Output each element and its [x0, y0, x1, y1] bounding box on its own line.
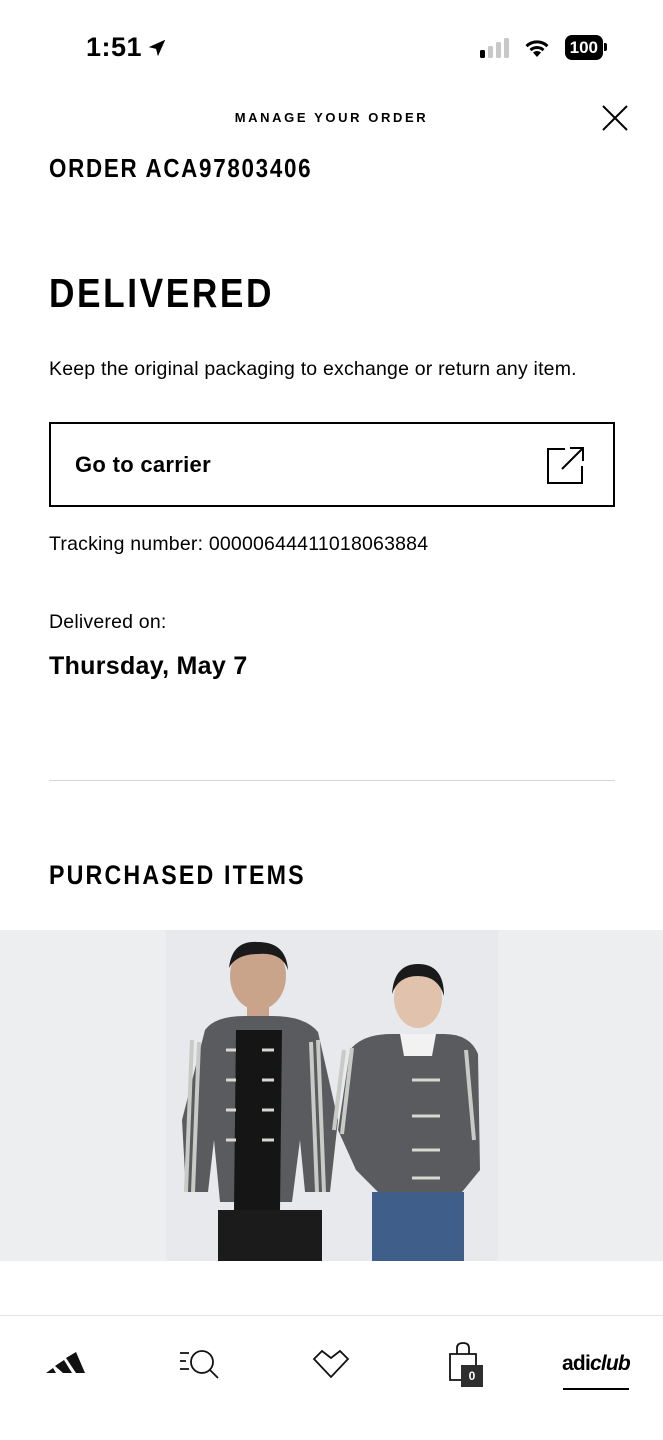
- go-to-carrier-button[interactable]: Go to carrier: [49, 422, 615, 507]
- status-bar: 1:51 100: [0, 0, 663, 90]
- adiclub-prefix: adi: [562, 1352, 591, 1375]
- nav-search[interactable]: [170, 1334, 230, 1394]
- cellular-signal-icon: [479, 37, 509, 58]
- delivered-on-date: Thursday, May 7: [49, 652, 248, 680]
- clock: 1:51: [86, 32, 143, 62]
- external-link-icon: [547, 446, 584, 484]
- location-arrow-icon: [148, 39, 166, 56]
- delivery-status-heading: DELIVERED: [49, 270, 275, 316]
- delivered-on-label: Delivered on:: [49, 611, 167, 633]
- nav-bag[interactable]: 0: [440, 1334, 496, 1394]
- close-button[interactable]: [597, 100, 633, 136]
- nav-adiclub[interactable]: adi club: [556, 1334, 636, 1394]
- packaging-note: Keep the original packaging to exchange …: [49, 358, 577, 380]
- product-image[interactable]: [0, 930, 663, 1261]
- search-icon: [180, 1350, 219, 1379]
- wifi-icon: [525, 39, 549, 57]
- tracking-number: Tracking number: 00000644411018063884: [49, 533, 429, 555]
- product-photo-jackets: [0, 930, 663, 1261]
- heart-icon: [312, 1349, 350, 1379]
- order-id: ORDER ACA97803406: [49, 153, 313, 183]
- modal-title: MANAGE YOUR ORDER: [234, 110, 429, 125]
- adidas-logo-icon: [46, 1352, 85, 1373]
- nav-wishlist[interactable]: [302, 1334, 360, 1394]
- divider: [49, 780, 615, 781]
- go-to-carrier-label: Go to carrier: [75, 451, 211, 477]
- nav-home[interactable]: [38, 1334, 94, 1394]
- bag-count-badge: 0: [461, 1365, 483, 1387]
- close-icon: [602, 105, 628, 131]
- status-time: 1:51: [86, 32, 168, 63]
- bottom-nav: 0 adi club: [0, 1315, 663, 1440]
- adiclub-suffix: club: [589, 1352, 631, 1375]
- purchased-items-title: PURCHASED ITEMS: [49, 860, 306, 890]
- status-icons: 100: [479, 35, 608, 60]
- bag-wrapper: 0: [446, 1338, 490, 1390]
- battery-indicator: 100: [564, 35, 608, 60]
- active-tab-indicator: [563, 1388, 629, 1390]
